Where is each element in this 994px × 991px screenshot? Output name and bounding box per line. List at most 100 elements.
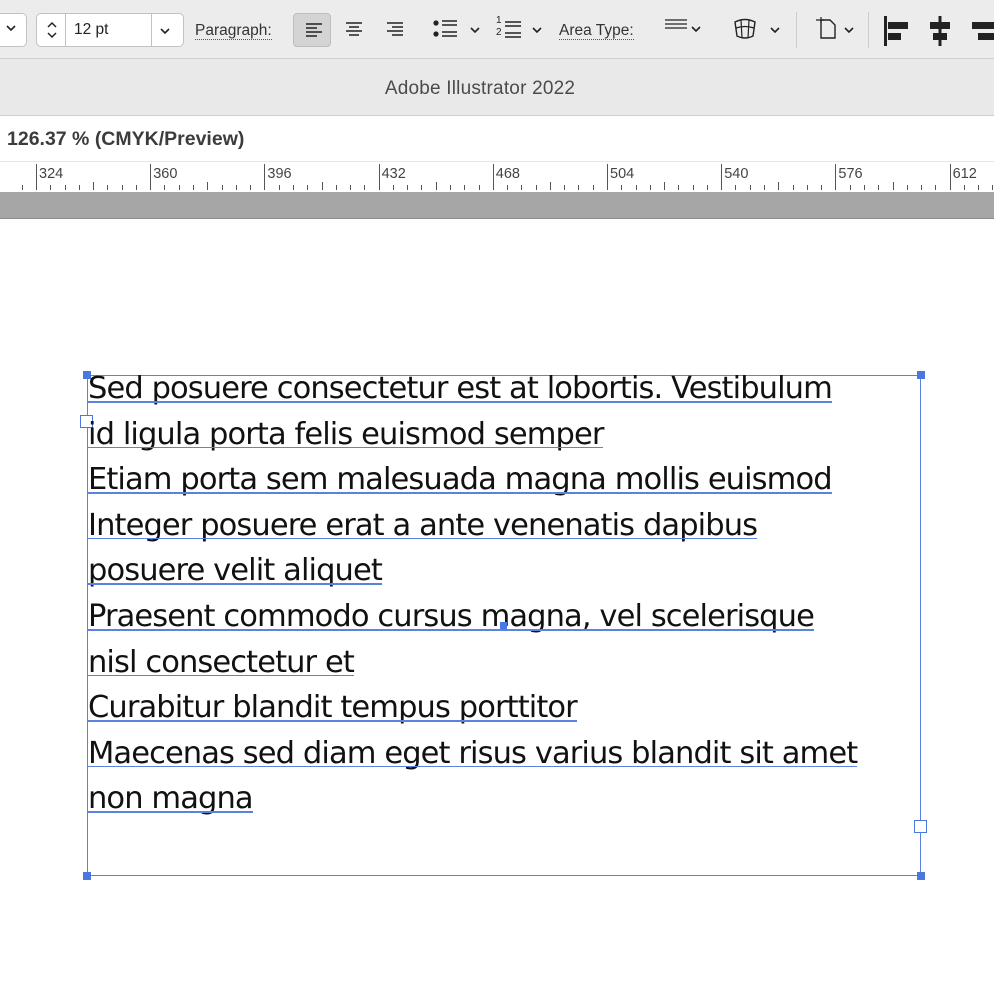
text-line[interactable]: Praesent commodo cursus magna, vel scele… (88, 594, 815, 640)
ruler-minor-tick (821, 185, 823, 190)
chevron-down-icon (532, 27, 542, 34)
area-type-label[interactable]: Area Type: (559, 22, 634, 40)
ruler-label: 504 (610, 166, 635, 182)
ruler-minor-tick (749, 185, 751, 190)
paragraph-label[interactable]: Paragraph: (195, 22, 272, 40)
ruler-minor-tick (535, 185, 537, 190)
bullet-list-button[interactable] (432, 18, 484, 44)
ruler-minor-tick (64, 185, 66, 190)
chevron-down-icon (691, 26, 701, 33)
text-line[interactable]: Sed posuere consectetur est at lobortis.… (88, 366, 833, 412)
ruler-label: 576 (838, 166, 863, 182)
align-objects-right-icon (972, 22, 994, 40)
ruler-minor-tick (978, 185, 980, 190)
ruler-minor-tick (392, 185, 394, 190)
text-line[interactable]: Integer posuere erat a ante venenatis da… (88, 503, 758, 549)
out-port[interactable] (914, 820, 927, 833)
align-center-button[interactable] (334, 13, 372, 47)
text-line[interactable]: posuere velit aliquet (88, 548, 383, 594)
ruler-minor-tick (649, 185, 651, 190)
align-left-icon (306, 23, 322, 37)
ruler-minor-tick (878, 185, 880, 190)
ruler-minor-tick (50, 185, 52, 190)
ruler-minor-tick (635, 185, 637, 190)
ruler-minor-tick (364, 185, 366, 190)
ruler-minor-tick (321, 182, 323, 190)
numbered-list-button[interactable]: 1 2 (494, 15, 548, 44)
bullet-list-icon (433, 20, 457, 37)
ruler-minor-tick (664, 182, 666, 190)
stepper-icon[interactable] (46, 19, 58, 46)
ruler-minor-tick (921, 185, 923, 190)
ruler-minor-tick (507, 185, 509, 190)
text-baseline (88, 629, 814, 631)
ruler-minor-tick (421, 185, 423, 190)
chevron-down-icon (5, 22, 17, 37)
align-objects-left-button[interactable] (883, 16, 911, 46)
numbered-list-icon (505, 21, 521, 38)
ruler-minor-tick (621, 185, 623, 190)
ruler-minor-tick (692, 185, 694, 190)
align-left-button[interactable] (293, 13, 331, 47)
ruler-major-tick (607, 164, 608, 190)
ruler-minor-tick (863, 185, 865, 190)
ruler-major-tick (150, 164, 152, 190)
ruler-label: 324 (39, 166, 64, 182)
bounding-handle-bottom-left[interactable] (83, 872, 91, 880)
ruler-label: 540 (724, 166, 749, 182)
ruler-minor-tick (935, 185, 937, 190)
area-type-button[interactable] (664, 16, 708, 42)
transform-icon (816, 17, 836, 39)
ruler-minor-tick (207, 182, 209, 190)
horizontal-ruler[interactable]: 324 360 396 432 468 504 540 576 612 (0, 161, 994, 192)
warp-button[interactable] (732, 16, 786, 44)
text-line[interactable]: nisl consectetur et (88, 640, 355, 686)
ruler-major-tick (36, 164, 37, 190)
ruler-minor-tick (549, 182, 551, 190)
ruler-minor-tick (764, 185, 766, 190)
text-baseline (88, 811, 253, 813)
ruler-minor-tick (121, 185, 123, 190)
chevron-down-icon[interactable] (159, 24, 171, 42)
ruler-major-tick (492, 164, 494, 190)
ruler-minor-tick (93, 182, 95, 190)
ruler-minor-tick (892, 182, 894, 190)
align-right-button[interactable] (375, 13, 413, 47)
font-size-field[interactable]: 12 pt (36, 13, 184, 47)
transform-button[interactable] (815, 16, 859, 44)
ruler-minor-tick (292, 185, 294, 190)
text-line[interactable]: non magna (88, 776, 254, 822)
align-objects-center-button[interactable] (926, 16, 954, 46)
bounding-handle-bottom-right[interactable] (917, 872, 925, 880)
ruler-minor-tick (21, 185, 23, 190)
ruler-label: 468 (495, 166, 520, 182)
ruler-minor-tick (164, 185, 166, 190)
ruler-minor-tick (678, 185, 680, 190)
text-baseline (88, 401, 832, 403)
area-type-icon (665, 19, 687, 29)
ruler-minor-tick (706, 185, 708, 190)
text-line[interactable]: Etiam porta sem malesuada magna mollis e… (88, 457, 833, 503)
numbered-list-digit: 2 (496, 27, 502, 38)
numbered-list-digit: 1 (496, 15, 502, 26)
text-baseline (88, 583, 382, 585)
ruler-minor-tick (350, 185, 352, 190)
bounding-handle-top-right[interactable] (917, 371, 925, 379)
ruler-minor-tick (193, 185, 195, 190)
font-size-input[interactable]: 12 pt (74, 21, 108, 39)
ruler-minor-tick (592, 185, 594, 190)
ruler-minor-tick (107, 185, 109, 190)
ruler-minor-tick (906, 185, 908, 190)
font-style-dropdown[interactable] (0, 13, 27, 47)
ruler-minor-tick (278, 185, 280, 190)
align-objects-right-button[interactable] (968, 16, 994, 46)
text-line[interactable]: id ligula porta felis euismod semper (88, 412, 604, 458)
chevron-down-icon (770, 27, 780, 34)
document-tab-label: 126.37 % (CMYK/Preview) (7, 128, 245, 150)
document-tab[interactable]: 126.37 % (CMYK/Preview) (0, 117, 994, 161)
text-line[interactable]: Maecenas sed diam eget risus varius blan… (88, 731, 858, 777)
text-line[interactable]: Curabitur blandit tempus porttitor (88, 685, 578, 731)
ruler-minor-tick (78, 185, 80, 190)
ruler-minor-tick (307, 185, 309, 190)
separator (796, 12, 797, 48)
